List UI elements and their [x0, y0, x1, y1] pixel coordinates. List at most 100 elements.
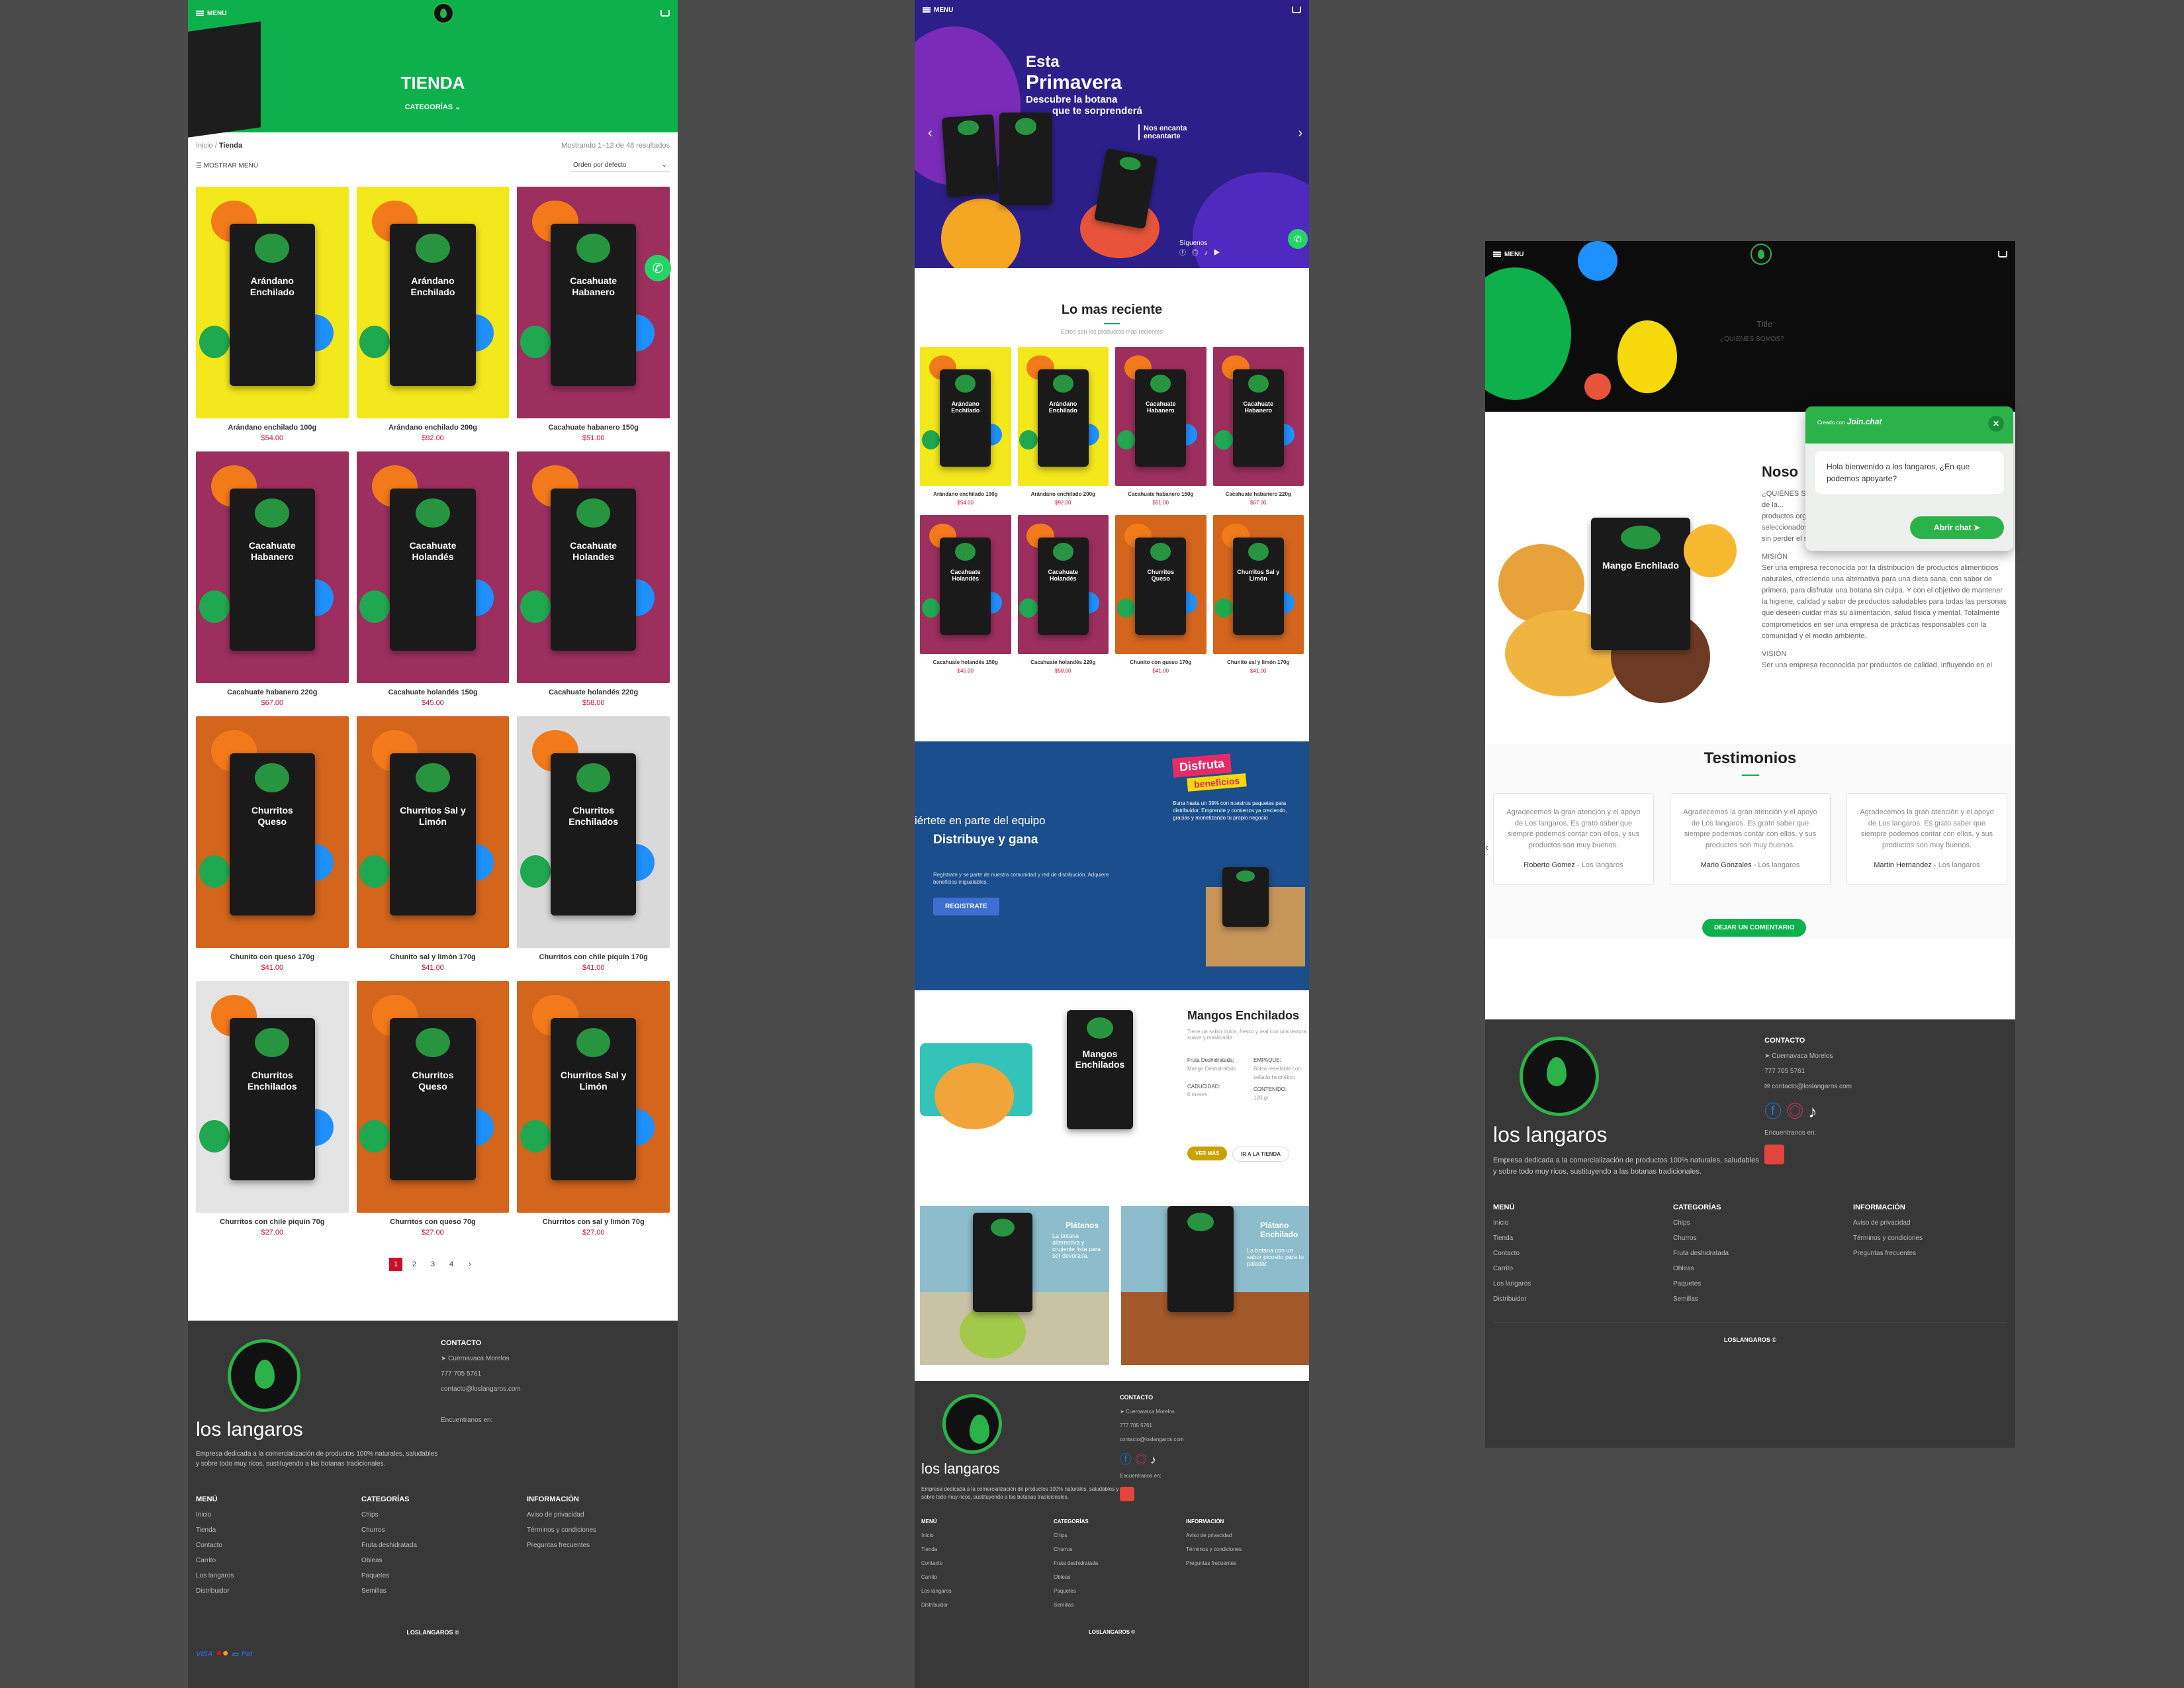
- product-card[interactable]: Cacahuate Holandes Cacahuate holandés 220…: [517, 451, 670, 707]
- product-name[interactable]: Cacahuate habanero 150g: [1115, 491, 1206, 497]
- footer-link[interactable]: Semillas: [1054, 1602, 1186, 1608]
- footer-link[interactable]: Semillas: [1673, 1295, 1853, 1303]
- product-name[interactable]: Cacahuate holandés 150g: [357, 688, 510, 696]
- footer-link[interactable]: Churros: [1054, 1546, 1186, 1552]
- footer-link[interactable]: Paquetes: [1673, 1280, 1853, 1288]
- footer-link[interactable]: Churros: [361, 1526, 527, 1534]
- footer-link[interactable]: Aviso de privacidad: [1853, 1219, 1923, 1227]
- product-name[interactable]: Cacahuate habanero 150g: [517, 424, 670, 432]
- footer-link[interactable]: Distribuidor: [921, 1602, 1054, 1608]
- product-image[interactable]: Cacahuate Habanero: [1115, 347, 1206, 486]
- footer-link[interactable]: Fruta deshidratada: [1673, 1250, 1853, 1257]
- footer-link[interactable]: Inicio: [921, 1532, 1054, 1538]
- product-card[interactable]: Arándano Enchilado Arándano enchilado 100…: [196, 187, 349, 442]
- footer-link[interactable]: Carrito: [921, 1574, 1054, 1580]
- product-image[interactable]: Churritos Queso: [356, 981, 510, 1213]
- footer-link[interactable]: Los langaros: [921, 1588, 1054, 1594]
- register-button[interactable]: REGISTRATE: [933, 898, 999, 915]
- leave-comment-button[interactable]: DEJAR UN COMENTARIO: [1702, 919, 1807, 937]
- product-card[interactable]: Churritos Sal y Limón Chunito sal y limón…: [356, 716, 510, 972]
- product-card[interactable]: Churritos Enchilados Churritos con chile …: [196, 981, 349, 1237]
- cart-icon[interactable]: [660, 10, 670, 17]
- footer-link[interactable]: Distribuidor: [196, 1587, 361, 1595]
- product-name[interactable]: Chunito con queso 170g: [196, 953, 349, 961]
- promo-platanos[interactable]: Plátanos La botana alternativa y crujien…: [920, 1206, 1109, 1365]
- product-name[interactable]: Cacahuate holandés 220g: [1018, 659, 1109, 665]
- product-card[interactable]: Cacahuate Holandés Cacahuate holandés 150…: [356, 451, 510, 707]
- footer-link[interactable]: Tienda: [196, 1526, 361, 1534]
- cart-icon[interactable]: [1292, 7, 1301, 13]
- product-name[interactable]: Churritos con queso 70g: [357, 1218, 510, 1226]
- footer-link[interactable]: Fruta deshidratada: [361, 1542, 527, 1549]
- product-image[interactable]: Churritos Queso: [1115, 515, 1206, 654]
- social-icons[interactable]: ⓕ ◎ ♪: [1120, 1450, 1184, 1468]
- product-card[interactable]: Cacahuate Holandés Cacahuate holandés 150…: [920, 515, 1011, 674]
- product-name[interactable]: Arándano enchilado 200g: [1018, 491, 1109, 497]
- footer-link[interactable]: Inicio: [1493, 1219, 1673, 1227]
- product-image[interactable]: Churritos Enchilados: [196, 981, 349, 1213]
- categories-toggle[interactable]: CATEGORÍAS ⌄: [188, 103, 678, 111]
- product-name[interactable]: Cacahuate habanero 220g: [196, 688, 349, 696]
- slider-next-icon[interactable]: ›: [1298, 126, 1302, 141]
- product-card[interactable]: Churritos Sal y Limón Chunito sal y limón…: [1212, 515, 1304, 674]
- footer-link[interactable]: Tienda: [921, 1546, 1054, 1552]
- footer-link[interactable]: Aviso de privacidad: [1186, 1532, 1242, 1538]
- product-name[interactable]: Chunito con queso 170g: [1115, 659, 1206, 665]
- slider-prev-icon[interactable]: ‹: [928, 126, 933, 141]
- footer-link[interactable]: Chips: [1054, 1532, 1186, 1538]
- footer-link[interactable]: Tienda: [1493, 1235, 1673, 1242]
- product-card[interactable]: Cacahuate Holandés Cacahuate holandés 220…: [1017, 515, 1109, 674]
- footer-link[interactable]: Contacto: [1493, 1250, 1673, 1257]
- product-card[interactable]: Churritos Queso Churritos con queso 70g $2…: [356, 981, 510, 1237]
- footer-link[interactable]: Fruta deshidratada: [1054, 1560, 1186, 1566]
- product-card[interactable]: Churritos Sal y Limón Churritos con sal y…: [517, 981, 670, 1237]
- product-image[interactable]: Churritos Sal y Limón: [517, 981, 670, 1213]
- footer-link[interactable]: Obleas: [1054, 1574, 1186, 1580]
- product-card[interactable]: Cacahuate Habanero Cacahuate habanero 150…: [517, 187, 670, 442]
- product-card[interactable]: Churritos Queso Chunito con queso 170g $41…: [1115, 515, 1206, 674]
- email-link[interactable]: contacto@loslangaros.com: [441, 1385, 521, 1393]
- product-image[interactable]: Cacahuate Habanero: [517, 187, 670, 418]
- social-icons[interactable]: ⓕ ◎ ♪: [1764, 1098, 1852, 1123]
- whatsapp-icon[interactable]: ✆: [645, 255, 671, 281]
- menu-button[interactable]: MENU: [923, 7, 953, 14]
- product-card[interactable]: Arándano Enchilado Arándano enchilado 200…: [1017, 347, 1109, 506]
- product-name[interactable]: Arándano enchilado 100g: [920, 491, 1011, 497]
- footer-link[interactable]: Paquetes: [1054, 1588, 1186, 1594]
- phone[interactable]: 777 705 5761: [441, 1370, 521, 1378]
- footer-link[interactable]: Semillas: [361, 1587, 527, 1595]
- menu-button[interactable]: MENU: [196, 10, 226, 17]
- view-more-button[interactable]: VER MÁS: [1187, 1147, 1228, 1160]
- footer-link[interactable]: Términos y condiciones: [527, 1526, 596, 1534]
- footer-link[interactable]: Aviso de privacidad: [527, 1511, 596, 1519]
- site-logo[interactable]: [1750, 244, 1772, 265]
- product-image[interactable]: Cacahuate Holandés: [920, 515, 1011, 654]
- close-icon[interactable]: ✕: [1988, 416, 2004, 432]
- footer-link[interactable]: Contacto: [196, 1542, 361, 1549]
- open-chat-button[interactable]: Abrir chat ➤: [1909, 516, 2004, 539]
- product-image[interactable]: Churritos Queso: [196, 716, 349, 948]
- cart-icon[interactable]: [1997, 251, 2007, 258]
- footer-link[interactable]: Distribuidor: [1493, 1295, 1673, 1303]
- sort-select[interactable]: Orden por defecto ⌄: [570, 159, 670, 172]
- page-link[interactable]: 3: [426, 1258, 439, 1271]
- product-image[interactable]: Arándano Enchilado: [356, 187, 510, 418]
- product-card[interactable]: Cacahuate Habanero Cacahuate habanero 150…: [1115, 347, 1206, 506]
- product-card[interactable]: Arándano Enchilado Arándano enchilado 200…: [356, 187, 510, 442]
- footer-link[interactable]: Carrito: [196, 1557, 361, 1564]
- footer-link[interactable]: Términos y condiciones: [1186, 1546, 1242, 1552]
- footer-link[interactable]: Carrito: [1493, 1265, 1673, 1272]
- product-name[interactable]: Cacahuate holandés 150g: [920, 659, 1011, 665]
- promo-platano-enchilado[interactable]: Plátano Enchilado La botana con un sabor …: [1121, 1206, 1309, 1365]
- page-link[interactable]: 2: [408, 1258, 421, 1271]
- footer-link[interactable]: Los langaros: [1493, 1280, 1673, 1288]
- whatsapp-icon[interactable]: ✆: [1288, 229, 1308, 249]
- page-link[interactable]: ›: [463, 1258, 477, 1271]
- footer-link[interactable]: Inicio: [196, 1511, 361, 1519]
- product-image[interactable]: Cacahuate Habanero: [1212, 347, 1304, 486]
- go-to-shop-button[interactable]: IR A LA TIENDA: [1232, 1147, 1289, 1162]
- menu-button[interactable]: MENU: [1493, 251, 1524, 258]
- footer-link[interactable]: Preguntas frecuentes: [1853, 1250, 1923, 1257]
- footer-link[interactable]: Contacto: [921, 1560, 1054, 1566]
- delivery-app-icon[interactable]: [1120, 1487, 1134, 1501]
